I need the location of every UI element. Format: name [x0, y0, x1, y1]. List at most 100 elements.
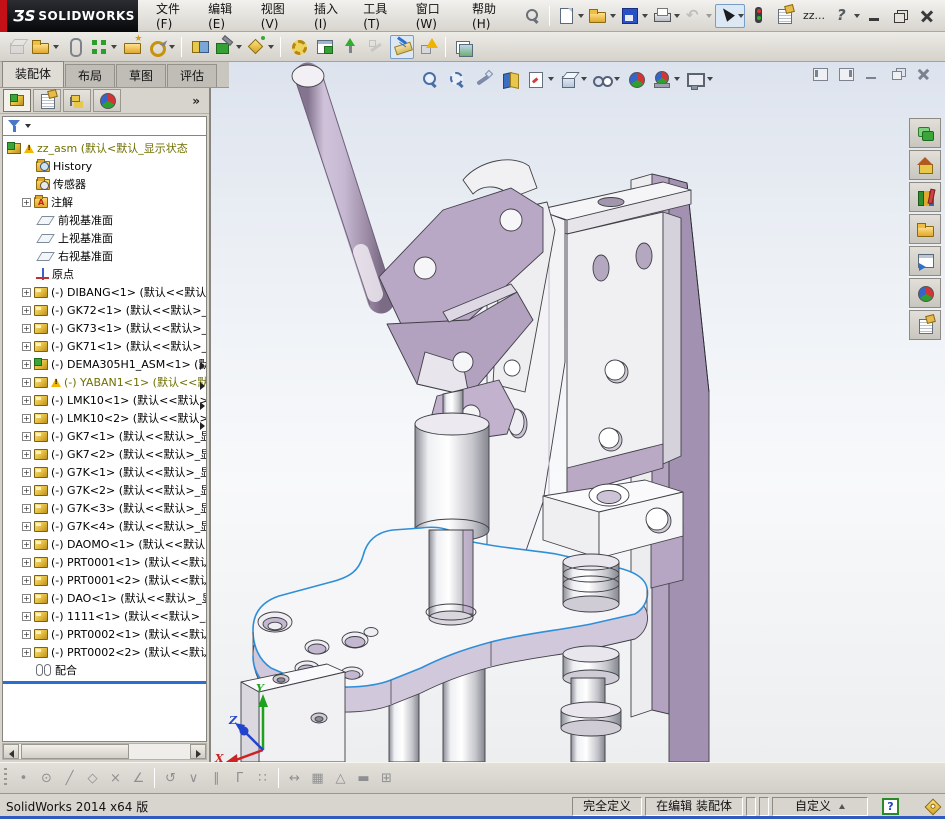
dropdown-arrow-icon[interactable]	[705, 13, 712, 18]
rebuild-traffic-light-button[interactable]	[747, 4, 771, 28]
view-orientation-button[interactable]	[525, 66, 555, 92]
status-help-icon[interactable]: ?	[882, 798, 899, 815]
expand-toggle[interactable]: +	[22, 521, 31, 531]
sketch-circle-button[interactable]: ⊙	[36, 767, 57, 789]
appearances-scenes-tab[interactable]	[909, 278, 941, 308]
menu-item-3[interactable]: 插入(I)	[306, 0, 353, 34]
apply-scene-button[interactable]	[651, 66, 681, 92]
tree-item-28[interactable]: + (-) PRT0002<2> (默认<<默认	[3, 643, 206, 661]
sketch-trim-button[interactable]: ×	[105, 767, 126, 789]
measure-angle-button[interactable]: △	[330, 767, 351, 789]
panel-tab-overflow[interactable]: »	[186, 94, 206, 108]
expand-toggle[interactable]: +	[22, 341, 31, 351]
expand-toggle[interactable]: +	[22, 413, 31, 423]
add-relation-button[interactable]: ↺	[160, 767, 181, 789]
expand-toggle[interactable]: +	[22, 575, 31, 585]
menu-item-4[interactable]: 工具(T)	[355, 0, 405, 34]
dropdown-arrow-icon[interactable]	[609, 13, 616, 18]
tree-item-5[interactable]: 上视基准面	[3, 229, 206, 247]
save-button[interactable]	[619, 4, 649, 28]
scroll-right-arrow[interactable]	[190, 744, 206, 759]
tree-item-19[interactable]: + (-) G7K<2> (默认<<默认>_显	[3, 481, 206, 499]
hide-show-items-button[interactable]	[591, 66, 621, 92]
tree-item-17[interactable]: + (-) GK7<2> (默认<<默认>_显	[3, 445, 206, 463]
display-style-button[interactable]	[558, 66, 588, 92]
dropdown-arrow-icon[interactable]	[268, 44, 274, 49]
expand-toggle[interactable]: +	[22, 593, 31, 603]
filter-dropdown-arrow[interactable]	[25, 124, 31, 128]
scrollbar-track[interactable]	[19, 744, 190, 759]
tree-item-3[interactable]: + 注解	[3, 193, 206, 211]
dropdown-arrow-icon[interactable]	[641, 13, 648, 18]
collapse-left-pane-button[interactable]	[812, 67, 829, 81]
toolbar-grip[interactable]	[4, 768, 7, 788]
new-motion-study-button[interactable]	[286, 35, 310, 59]
custom-properties-tab[interactable]	[909, 310, 941, 340]
expand-toggle[interactable]: +	[22, 323, 31, 333]
print-button[interactable]	[651, 4, 681, 28]
tree-item-27[interactable]: + (-) PRT0002<1> (默认<<默认	[3, 625, 206, 643]
show-hidden-components-button[interactable]	[187, 35, 211, 59]
expand-toggle[interactable]: +	[22, 557, 31, 567]
collapse-right-pane-button[interactable]	[838, 67, 855, 81]
panel-flyout-arrows[interactable]	[200, 362, 205, 430]
edit-appearance-button[interactable]	[624, 66, 648, 92]
reference-geometry-button[interactable]	[245, 35, 275, 59]
scrollbar-thumb[interactable]	[21, 744, 129, 759]
tree-item-23[interactable]: + (-) PRT0001<1> (默认<<默认	[3, 553, 206, 571]
dropdown-arrow-icon[interactable]	[548, 77, 554, 81]
insert-components-button[interactable]	[30, 35, 60, 59]
dropdown-arrow-icon[interactable]	[707, 77, 713, 81]
file-explorer-tab[interactable]	[909, 214, 941, 244]
dropdown-arrow-icon[interactable]	[854, 13, 860, 18]
expand-toggle[interactable]: +	[22, 359, 31, 369]
dropdown-arrow-icon[interactable]	[577, 13, 584, 18]
dropdown-arrow-icon[interactable]	[53, 44, 59, 49]
tab-草图[interactable]: 草图	[116, 64, 167, 87]
search-pin-button[interactable]	[520, 4, 544, 28]
tree-item-15[interactable]: + (-) LMK10<2> (默认<<默认>_	[3, 409, 206, 427]
file-properties-button[interactable]	[773, 4, 797, 28]
close-doc-button[interactable]	[916, 67, 933, 81]
tree-item-13[interactable]: + (-) YABAN1<1> (默认<<默	[3, 373, 206, 391]
panel-tab-configurationmanager[interactable]	[63, 89, 91, 112]
tree-item-6[interactable]: 右视基准面	[3, 247, 206, 265]
expand-toggle[interactable]: +	[22, 449, 31, 459]
new-document-button[interactable]	[555, 4, 585, 28]
model-3d-view[interactable]: Y X Z	[211, 62, 945, 762]
menu-item-6[interactable]: 帮助(H)	[464, 0, 516, 34]
tree-item-7[interactable]: 原点	[3, 265, 206, 283]
sketch-chamfer-button[interactable]: ∠	[128, 767, 149, 789]
tree-item-10[interactable]: + (-) GK73<1> (默认<<默认>_显	[3, 319, 206, 337]
expand-toggle[interactable]: +	[22, 647, 31, 657]
expand-toggle[interactable]: +	[22, 431, 31, 441]
preview-window-button[interactable]	[451, 35, 475, 59]
model-press-ram[interactable]	[425, 529, 477, 626]
expand-toggle[interactable]: +	[22, 197, 31, 207]
status-tag-icon[interactable]	[924, 798, 942, 815]
sketch-polygon-button[interactable]: ◇	[82, 767, 103, 789]
expand-toggle[interactable]: +	[22, 377, 31, 387]
menu-item-0[interactable]: 文件(F)	[148, 0, 198, 34]
model-bushings[interactable]	[560, 553, 622, 762]
tree-item-21[interactable]: + (-) G7K<4> (默认<<默认>_显	[3, 517, 206, 535]
corner-rectangle-button[interactable]: Γ	[229, 767, 250, 789]
tree-item-11[interactable]: + (-) GK71<1> (默认<<默认>_显	[3, 337, 206, 355]
sketch-line-button[interactable]: ╱	[59, 767, 80, 789]
offset-entities-button[interactable]: ∥	[206, 767, 227, 789]
menu-item-1[interactable]: 编辑(E)	[200, 0, 251, 34]
grid-snap-button[interactable]: ▦	[307, 767, 328, 789]
view-settings-button[interactable]	[684, 66, 714, 92]
expand-toggle[interactable]: +	[22, 467, 31, 477]
select-cursor-button[interactable]	[714, 3, 745, 28]
bill-of-materials-button[interactable]	[312, 35, 336, 59]
section-view-button[interactable]	[498, 66, 522, 92]
expand-toggle[interactable]: +	[22, 503, 31, 513]
tree-item-8[interactable]: + (-) DIBANG<1> (默认<<默认>	[3, 283, 206, 301]
tree-item-1[interactable]: History	[3, 157, 206, 175]
open-button[interactable]	[587, 4, 617, 28]
minimize-doc-button[interactable]	[864, 67, 881, 81]
smart-fasteners-button[interactable]	[120, 34, 144, 59]
tree-item-22[interactable]: + (-) DAOMO<1> (默认<<默认>	[3, 535, 206, 553]
panel-tab-featuremanager-design-tree[interactable]	[3, 89, 31, 112]
